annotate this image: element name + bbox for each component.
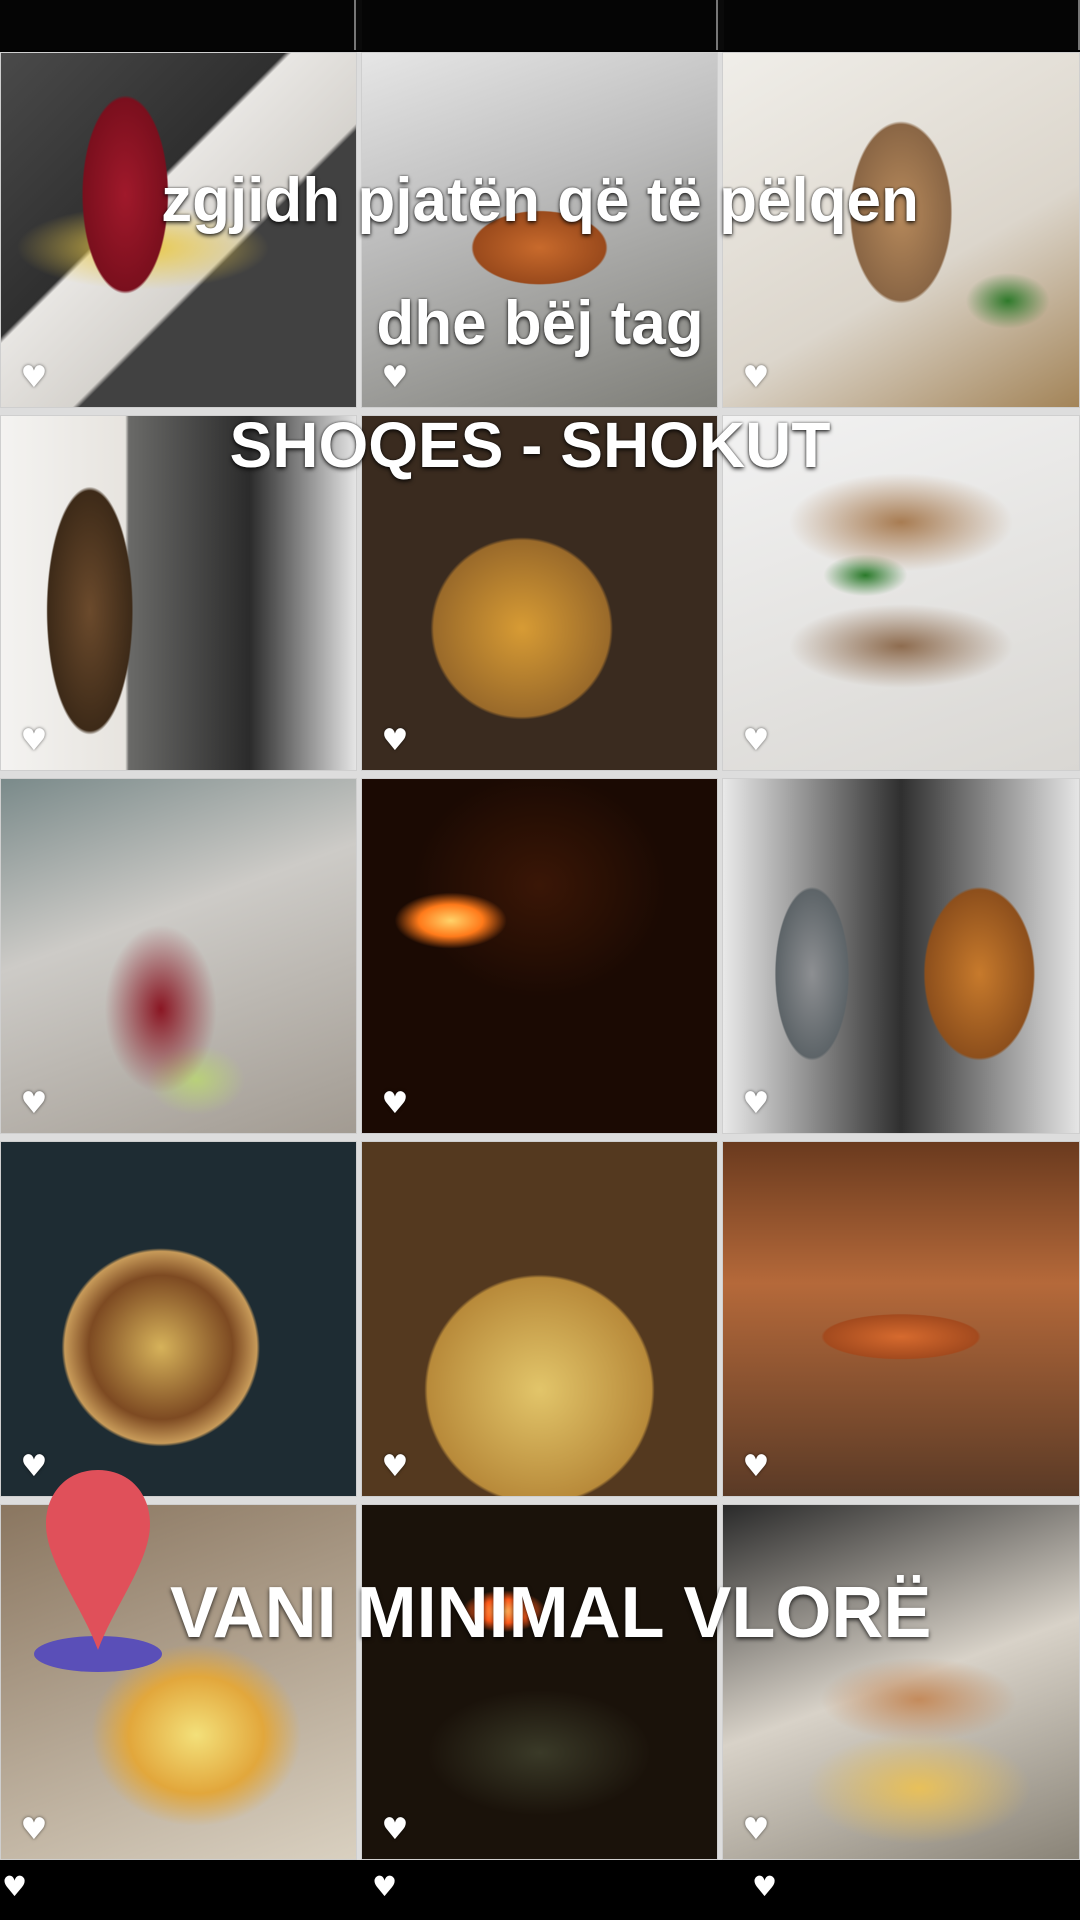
location-pin-icon (34, 1470, 162, 1672)
caption-line-2: dhe bëj tag (376, 289, 704, 358)
photo-tile[interactable]: ♥ (0, 1141, 357, 1497)
heart-icon[interactable]: ♥ (741, 1089, 771, 1119)
heart-icon[interactable]: ♥ (372, 1870, 397, 1903)
heart-icon[interactable]: ♥ (741, 1452, 771, 1482)
heart-icon[interactable]: ♥ (19, 726, 49, 756)
top-strip-cell (724, 0, 1080, 50)
photo-tile[interactable]: ♥ (722, 1504, 1080, 1860)
heart-icon[interactable]: ♥ (741, 1815, 771, 1845)
top-strip-cell (0, 0, 356, 50)
heart-icon[interactable]: ♥ (741, 726, 771, 756)
heart-icon[interactable]: ♥ (380, 363, 410, 393)
heart-icon[interactable]: ♥ (752, 1870, 777, 1903)
photo-tile[interactable]: ♥ (361, 778, 718, 1134)
heart-icon[interactable]: ♥ (380, 1452, 410, 1482)
heart-icon[interactable]: ♥ (380, 726, 410, 756)
heart-icon[interactable]: ♥ (19, 1815, 49, 1845)
photo-tile[interactable]: ♥ (361, 1141, 718, 1497)
location-label: VANI MINIMAL VLORË (170, 1573, 932, 1653)
photo-tile[interactable]: ♥ (722, 778, 1080, 1134)
top-strip (0, 0, 1080, 50)
caption-line-1: zgjidh pjatën që të pëlqen (161, 166, 919, 235)
heart-icon[interactable]: ♥ (2, 1870, 27, 1903)
photo-tile[interactable]: ♥ (722, 1141, 1080, 1497)
photo-tile[interactable]: ♥ (0, 778, 357, 1134)
caption-line-3: SHOQES - SHOKUT (229, 409, 831, 481)
heart-icon[interactable]: ♥ (19, 363, 49, 393)
heart-icon[interactable]: ♥ (19, 1089, 49, 1119)
heart-icon[interactable]: ♥ (380, 1089, 410, 1119)
bottom-strip: ♥ ♥ ♥ (0, 1862, 1080, 1920)
heart-icon[interactable]: ♥ (380, 1815, 410, 1845)
top-strip-cell (362, 0, 718, 50)
photo-tile[interactable]: ♥ (361, 1504, 718, 1860)
heart-icon[interactable]: ♥ (741, 363, 771, 393)
